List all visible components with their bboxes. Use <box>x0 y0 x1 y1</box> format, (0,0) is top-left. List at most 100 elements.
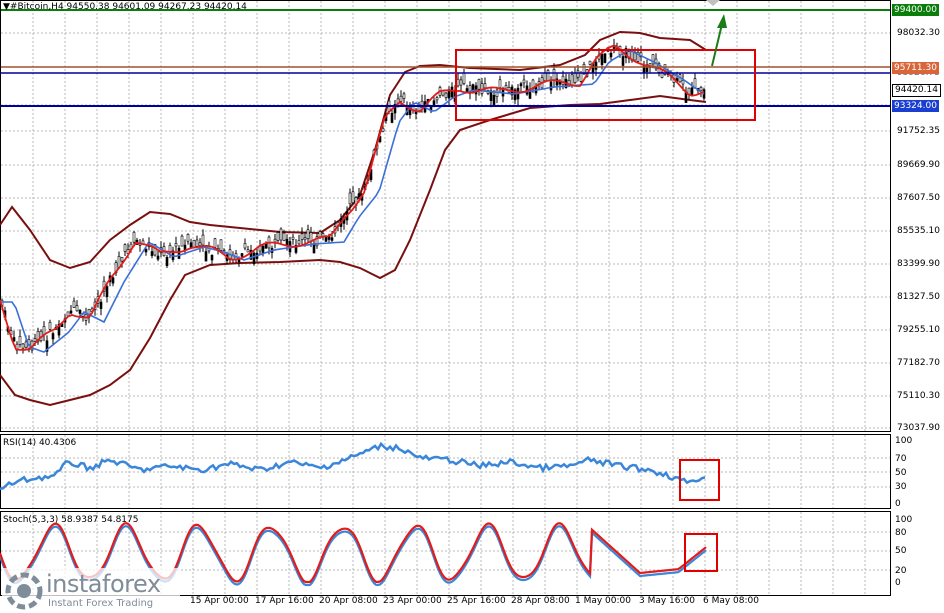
price-tick: 75110.30 <box>897 391 940 401</box>
candle-body <box>579 72 583 82</box>
stoch-tick: 50 <box>895 546 907 556</box>
price-tick: 81327.50 <box>897 292 940 302</box>
candle-body <box>399 95 403 102</box>
up-arrow-icon <box>711 14 727 67</box>
rsi-tick: 50 <box>895 468 907 478</box>
instaforex-logo-icon <box>5 572 43 610</box>
candle-body <box>219 239 223 251</box>
candle-body <box>156 255 160 260</box>
candle-body <box>210 255 214 261</box>
stoch-tick: 20 <box>895 566 907 576</box>
candle-body <box>276 232 280 241</box>
candle-body <box>279 228 283 241</box>
price-tick: 85535.10 <box>897 226 940 236</box>
candle-body <box>117 255 121 268</box>
candle-body <box>123 244 127 252</box>
candle-body <box>462 72 466 84</box>
price-tick: 98032.30 <box>897 28 940 38</box>
candle-body <box>204 251 208 262</box>
trading-chart-window: ▼#Bitcoin,H4 94550.38 94601.09 94267.23 … <box>0 0 944 613</box>
candle-body <box>75 305 79 312</box>
stoch-title: Stoch(5,3,3) 58.9387 54.8175 <box>3 515 139 525</box>
candle-body <box>465 88 469 93</box>
candle-body <box>48 321 52 330</box>
candle-body <box>456 78 460 87</box>
candle-body <box>213 238 217 248</box>
candle-body <box>111 277 115 284</box>
time-label: 20 Apr 08:00 <box>319 596 378 606</box>
stoch-tick: 80 <box>895 528 907 538</box>
candle-body <box>390 113 394 123</box>
scroll-marker-icon[interactable] <box>706 0 720 6</box>
chart-title: ▼#Bitcoin,H4 94550.38 94601.09 94267.23 … <box>3 2 247 12</box>
current-price-label: 94420.14 <box>892 84 941 97</box>
time-label: 25 Apr 16:00 <box>447 596 506 606</box>
candle-body <box>492 95 496 106</box>
candle-body <box>252 252 256 264</box>
candle-body <box>132 231 136 243</box>
chart-canvas[interactable] <box>0 0 944 613</box>
candle-body <box>198 242 202 246</box>
candle-body <box>483 83 487 89</box>
candle-body <box>351 191 355 204</box>
candle-body <box>477 79 481 90</box>
candle-body <box>105 286 109 297</box>
candle-body <box>357 193 361 198</box>
candle-body <box>603 53 607 63</box>
candle-body <box>543 73 547 82</box>
candle-body <box>300 233 304 240</box>
candle-body <box>444 92 448 98</box>
candle-body <box>165 256 169 266</box>
logo-name: instaforex <box>46 570 161 598</box>
candle-body <box>609 52 613 58</box>
candle-body <box>594 61 598 70</box>
candle-body <box>522 79 526 84</box>
candle-body <box>546 70 550 82</box>
candle-body <box>699 87 703 91</box>
instaforex-logo: instaforex Instant Forex Trading <box>2 568 180 613</box>
candle-body <box>576 70 580 78</box>
candle-body <box>381 128 385 132</box>
candle-body <box>99 301 103 309</box>
time-label: 28 Apr 08:00 <box>511 596 570 606</box>
candle-body <box>72 300 76 308</box>
candle-body <box>69 310 73 314</box>
price-tick: 79255.10 <box>897 325 940 335</box>
candle-body <box>432 100 436 106</box>
resistance-mid-label: 95711.30 <box>892 62 939 74</box>
candle-body <box>588 60 592 65</box>
rsi-title: RSI(14) 40.4306 <box>3 438 77 448</box>
rsi-line <box>0 441 706 491</box>
candle-body <box>549 81 553 91</box>
time-label: 6 May 08:00 <box>703 596 759 606</box>
candle-body <box>348 192 352 205</box>
candle-body <box>600 53 604 65</box>
candle-body <box>570 74 574 86</box>
candle-body <box>681 80 685 85</box>
candle-body <box>498 79 502 89</box>
candle-body <box>24 341 28 348</box>
candle-body <box>552 69 556 81</box>
candle-body <box>291 236 295 240</box>
candle-body <box>201 234 205 246</box>
support-label: 93324.00 <box>892 100 939 112</box>
rsi-tick: 30 <box>895 482 907 492</box>
candle-body <box>180 235 184 247</box>
candle-body <box>504 85 508 89</box>
candle-body <box>297 240 301 245</box>
candle-body <box>246 249 250 253</box>
time-label: 17 Apr 16:00 <box>255 596 314 606</box>
candle-body <box>495 89 499 97</box>
candle-body <box>573 72 577 83</box>
candle-body <box>243 243 247 249</box>
candle-body <box>240 253 244 257</box>
rsi-tick: 100 <box>895 436 913 446</box>
horizontal-levels <box>1 9 890 107</box>
price-tick: 87607.50 <box>897 193 940 203</box>
candle-body <box>78 309 82 314</box>
candle-body <box>21 343 25 349</box>
candle-body <box>12 337 16 342</box>
candle-body <box>402 93 406 99</box>
time-label: 15 Apr 00:00 <box>190 596 249 606</box>
candle-body <box>459 79 463 86</box>
